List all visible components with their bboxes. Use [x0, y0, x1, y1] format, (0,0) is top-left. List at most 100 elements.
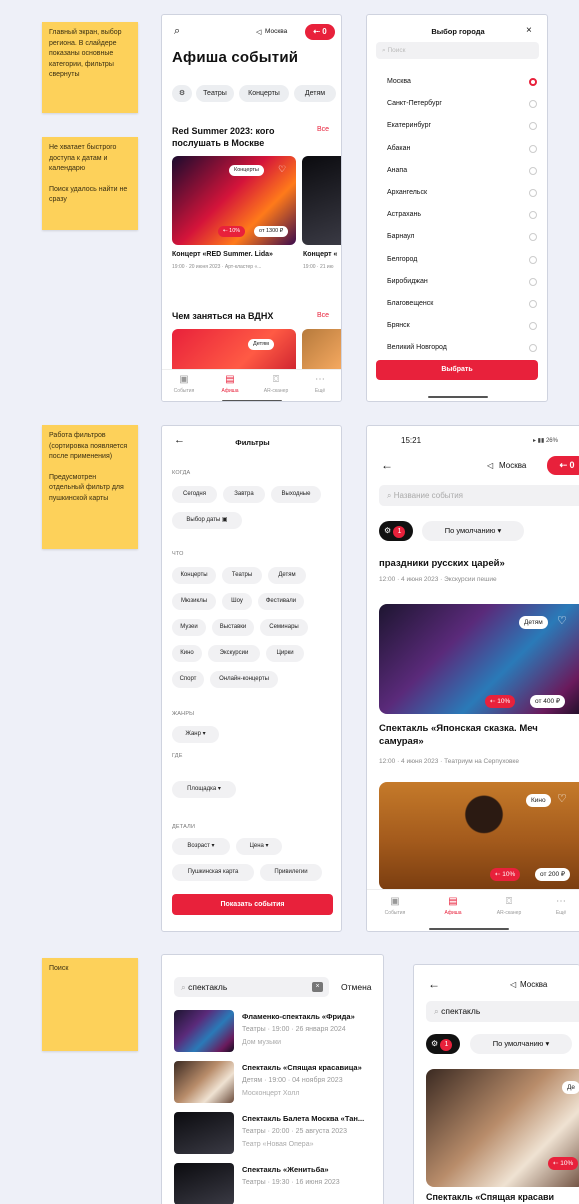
city-option[interactable]: Санкт-Петербург: [367, 94, 547, 116]
nav-events[interactable]: ▣ События: [162, 374, 206, 394]
category-theatres[interactable]: Театры: [196, 85, 234, 102]
search-input[interactable]: ⌕ спектакль ×: [174, 977, 329, 997]
age-dropdown[interactable]: Возраст ▾: [172, 838, 230, 855]
city-search-input[interactable]: ⌕ Поиск: [376, 42, 539, 59]
category-kids[interactable]: Детям: [294, 85, 336, 102]
category-chip[interactable]: Выставки: [212, 619, 254, 636]
pushkin-card-chip[interactable]: Пушкинская карта: [172, 864, 254, 881]
city-selector[interactable]: Москва: [520, 980, 547, 989]
city-option[interactable]: Белгород: [367, 250, 547, 272]
city-option[interactable]: Благовещенск: [367, 294, 547, 316]
list-item[interactable]: Спектакль «Женитьба» Театры · 19:30 · 16…: [174, 1163, 379, 1204]
category-chip[interactable]: Онлайн-концерты: [210, 671, 278, 688]
date-picker-button[interactable]: Выбор даты ▣: [172, 512, 242, 529]
price-dropdown[interactable]: Цена ▾: [236, 838, 282, 855]
category-chip[interactable]: Фестивали: [258, 593, 304, 610]
event-title[interactable]: Спектакль «Спящая красави: [426, 1192, 554, 1202]
category-chip[interactable]: Цирки: [266, 645, 304, 662]
nav-more[interactable]: ⋯ Ещё: [298, 374, 341, 394]
radio-button[interactable]: [529, 322, 537, 331]
category-chip[interactable]: Экскурсии: [208, 645, 260, 662]
category-chip[interactable]: Концерты: [172, 567, 216, 584]
select-city-button[interactable]: Выбрать: [376, 360, 538, 380]
event-search-input[interactable]: ⌕ Название события: [379, 485, 579, 506]
city-option[interactable]: Екатеринбург: [367, 116, 547, 138]
city-option[interactable]: Брянск: [367, 316, 547, 338]
nav-ar-scanner[interactable]: ⌼ AR-сканер: [254, 374, 298, 394]
city-option[interactable]: Барнаул: [367, 227, 547, 249]
list-item[interactable]: Фламенко-спектакль «Фрида» Театры · 19:0…: [174, 1010, 379, 1052]
event-image[interactable]: Детям ♡ ⇠ 10% от 400 ₽: [379, 604, 579, 714]
city-option[interactable]: Астрахань: [367, 205, 547, 227]
chip-today[interactable]: Сегодня: [172, 486, 217, 503]
search-input[interactable]: ⌕ спектакль: [426, 1001, 579, 1022]
list-item[interactable]: Спектакль Балета Москва «Тан... Театры ·…: [174, 1112, 379, 1154]
event-image[interactable]: [302, 156, 341, 245]
sort-dropdown[interactable]: По умолчанию ▾: [422, 521, 524, 541]
nav-events[interactable]: ▣ События: [373, 896, 417, 916]
category-chip[interactable]: Кино: [172, 645, 202, 662]
event-image[interactable]: Кино ♡ ⇠ 10% от 200 ₽: [379, 782, 579, 890]
city-option[interactable]: Биробиджан: [367, 272, 547, 294]
event-image[interactable]: Концерты ♡ ⇠ 10% от 1300 ₽: [172, 156, 296, 245]
radio-button[interactable]: [529, 211, 537, 220]
radio-button[interactable]: [529, 255, 537, 264]
event-title[interactable]: Спектакль «Японская сказка. Меч самурая»: [379, 722, 579, 748]
search-icon[interactable]: ⌕: [174, 25, 180, 38]
city-selector[interactable]: Москва: [499, 461, 526, 470]
see-all-link[interactable]: Все: [317, 126, 329, 133]
privileges-chip[interactable]: Привилегии: [260, 864, 322, 881]
show-events-button[interactable]: Показать события: [172, 894, 333, 915]
venue-dropdown[interactable]: Площадка ▾: [172, 781, 236, 798]
event-title[interactable]: Концерт «: [303, 251, 337, 258]
heart-icon[interactable]: ♡: [557, 792, 567, 805]
radio-button[interactable]: [529, 300, 537, 308]
filter-toggle[interactable]: ⚙: [172, 85, 192, 102]
category-chip[interactable]: Мюзиклы: [172, 593, 216, 610]
nav-afisha[interactable]: ▤ Афиша: [431, 896, 475, 916]
filter-button[interactable]: ⚙ 1: [379, 521, 413, 541]
category-chip[interactable]: Семинары: [260, 619, 308, 636]
points-badge[interactable]: ⇠ 0: [547, 456, 579, 475]
nav-afisha[interactable]: ▤ Афиша: [208, 374, 252, 394]
radio-button[interactable]: [529, 189, 537, 197]
city-option[interactable]: Архангельск: [367, 183, 547, 205]
nav-more[interactable]: ⋯ Ещё: [539, 896, 579, 916]
radio-button[interactable]: [529, 166, 537, 175]
list-item[interactable]: Спектакль «Спящая красавица» Детям · 19:…: [174, 1061, 379, 1103]
back-arrow-icon[interactable]: ←: [428, 977, 440, 991]
radio-button[interactable]: [529, 277, 537, 286]
nav-ar-scanner[interactable]: ⌼ AR-сканер: [487, 896, 531, 916]
city-option[interactable]: Великий Новгород: [367, 338, 547, 360]
chip-tomorrow[interactable]: Завтра: [223, 486, 265, 503]
see-all-link[interactable]: Все: [317, 312, 329, 319]
filter-button[interactable]: ⚙ 1: [426, 1034, 460, 1054]
category-chip[interactable]: Детям: [268, 567, 306, 584]
category-chip[interactable]: Театры: [222, 567, 262, 584]
city-option[interactable]: Абакан: [367, 139, 547, 161]
close-icon[interactable]: ×: [526, 25, 532, 36]
cancel-button[interactable]: Отмена: [341, 982, 372, 992]
heart-icon[interactable]: ♡: [557, 614, 567, 627]
radio-button[interactable]: [529, 233, 537, 242]
city-option[interactable]: Москва: [367, 72, 547, 94]
city-option[interactable]: Анапа: [367, 161, 547, 183]
radio-button[interactable]: [529, 144, 537, 153]
points-badge[interactable]: ⇠ 0: [305, 24, 335, 40]
radio-button[interactable]: [529, 78, 537, 86]
event-image[interactable]: Де ⇠ 10%: [426, 1069, 579, 1187]
chip-weekend[interactable]: Выходные: [271, 486, 321, 503]
event-title[interactable]: праздники русских царей»: [379, 558, 505, 569]
radio-button[interactable]: [529, 100, 537, 109]
sort-dropdown[interactable]: По умолчанию ▾: [470, 1034, 572, 1054]
category-chip[interactable]: Музеи: [172, 619, 206, 636]
heart-icon[interactable]: ♡: [278, 164, 286, 175]
event-title[interactable]: Концерт «RED Summer. Lida»: [172, 251, 273, 258]
category-chip[interactable]: Шоу: [222, 593, 252, 610]
category-concerts[interactable]: Концерты: [239, 85, 289, 102]
genre-dropdown[interactable]: Жанр ▾: [172, 726, 219, 743]
back-arrow-icon[interactable]: ←: [381, 458, 393, 472]
clear-icon[interactable]: ×: [312, 982, 323, 992]
radio-button[interactable]: [529, 122, 537, 131]
city-selector[interactable]: Москва: [265, 28, 287, 35]
